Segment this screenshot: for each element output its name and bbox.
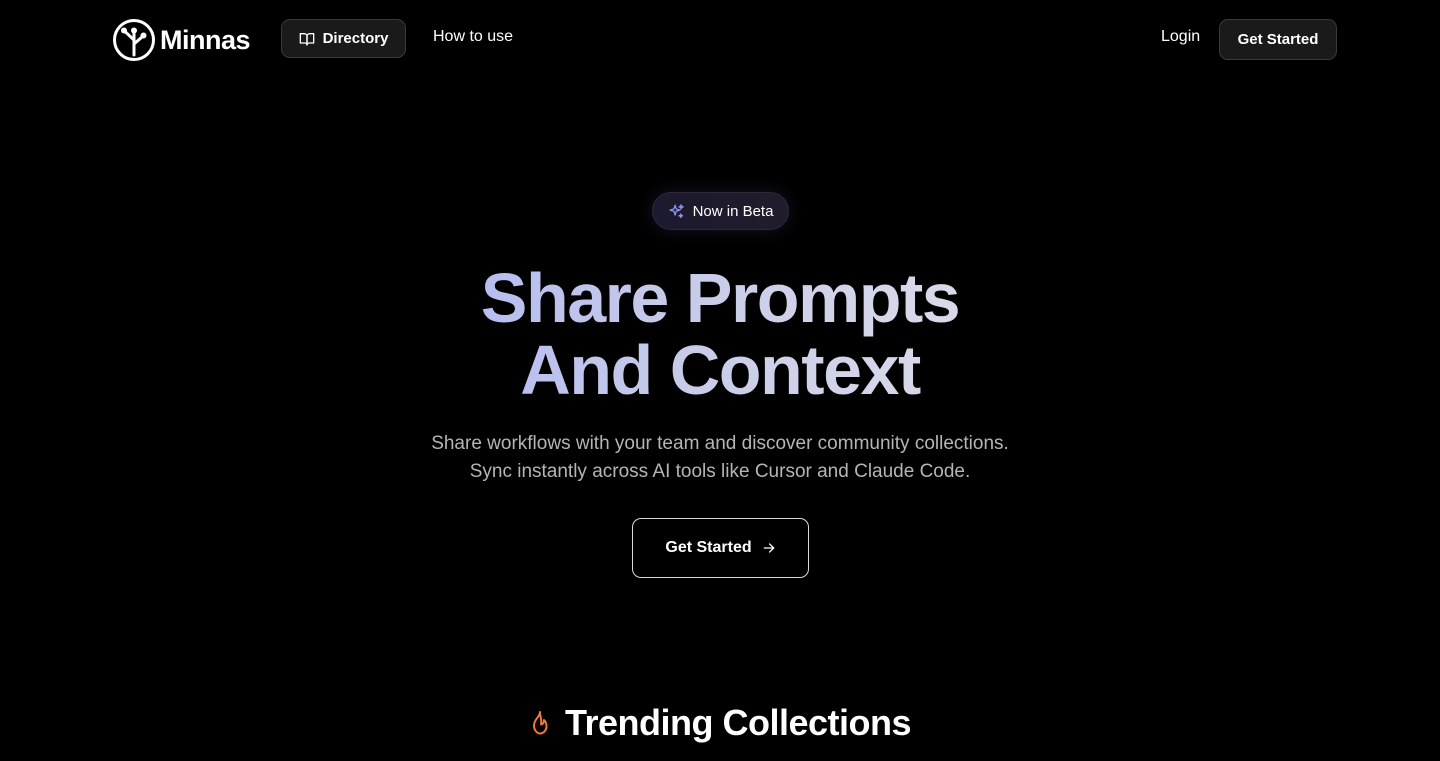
arrow-right-icon — [763, 543, 774, 553]
hero-title-line-1: Share Prompts — [480, 259, 960, 337]
login-link[interactable]: Login — [1161, 28, 1200, 46]
hero-cta-label: Get Started — [665, 539, 752, 556]
brand-logo-link[interactable]: Minnas — [112, 18, 251, 62]
directory-nav-button[interactable]: Directory — [281, 19, 406, 58]
site-header: Minnas Directory How to use Login Get St… — [0, 0, 1440, 80]
beta-badge-label: Now in Beta — [692, 202, 774, 220]
hero-subtitle: Share workflows with your team and disco… — [320, 430, 1120, 486]
hero-get-started-button[interactable]: Get Started — [632, 518, 809, 578]
trending-title: Trending Collections — [564, 702, 912, 743]
landing-page: Minnas Directory How to use Login Get St… — [0, 0, 1440, 761]
tree-logo-icon — [113, 19, 155, 61]
book-open-icon — [299, 32, 314, 46]
flame-icon — [532, 711, 548, 735]
how-to-use-link[interactable]: How to use — [433, 28, 513, 46]
hero-title: Share Prompts And Context — [320, 262, 1120, 406]
hero-title-line-2: And Context — [520, 331, 920, 409]
hero-subtitle-line-1: Share workflows with your team and disco… — [431, 433, 1009, 454]
hero-subtitle-line-2: Sync instantly across AI tools like Curs… — [469, 461, 971, 482]
header-get-started-button[interactable]: Get Started — [1219, 19, 1337, 60]
beta-badge: Now in Beta — [652, 192, 789, 230]
sparkles-icon — [669, 203, 684, 218]
brand-name: Minnas — [160, 24, 251, 55]
directory-label: Directory — [322, 30, 389, 47]
trending-collections-heading: Trending Collections — [520, 702, 920, 744]
